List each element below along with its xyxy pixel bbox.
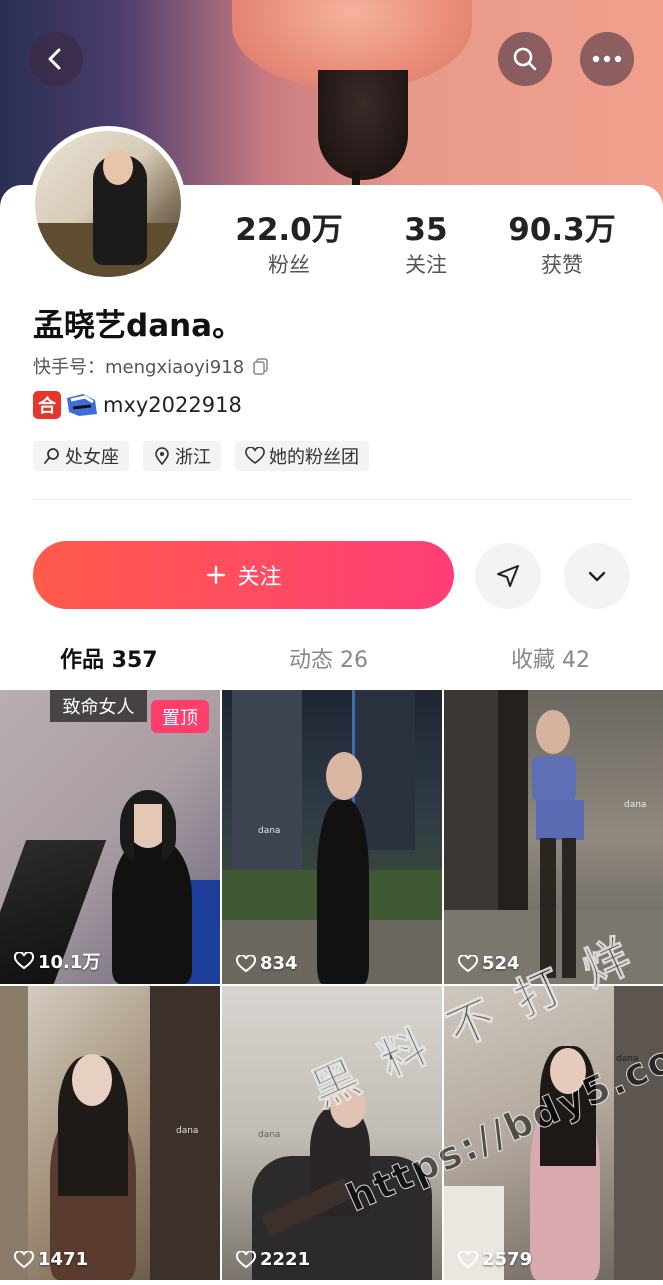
video-likes: 2579 bbox=[458, 1249, 532, 1270]
user-id: 快手号：mengxiaoyi918 bbox=[33, 357, 245, 378]
avatar[interactable] bbox=[30, 126, 186, 282]
tag-zodiac-label: 处女座 bbox=[65, 447, 119, 468]
video-item[interactable]: dana 834 bbox=[222, 690, 442, 984]
tag-location-label: 浙江 bbox=[175, 447, 211, 468]
expand-button[interactable] bbox=[564, 543, 630, 609]
heart-icon bbox=[14, 952, 34, 970]
video-likes-count: 2579 bbox=[482, 1249, 533, 1270]
zodiac-icon bbox=[44, 448, 59, 464]
video-likes: 1471 bbox=[14, 1249, 88, 1270]
back-button[interactable] bbox=[29, 32, 83, 86]
video-likes-count: 1471 bbox=[38, 1249, 89, 1270]
stat-fans-label: 粉丝 bbox=[268, 253, 310, 277]
video-likes: 2221 bbox=[236, 1249, 310, 1270]
heart-icon bbox=[245, 447, 265, 464]
tab-moments[interactable]: 动态 26 bbox=[289, 642, 368, 674]
video-caption: 致命女人 bbox=[50, 690, 147, 722]
send-icon bbox=[497, 565, 519, 587]
search-button[interactable] bbox=[498, 32, 552, 86]
stat-likes[interactable]: 90.3万 获赞 bbox=[492, 210, 632, 280]
he-badge-icon: 合 bbox=[33, 391, 61, 419]
heart-icon bbox=[14, 1250, 34, 1268]
stat-likes-count: 90.3万 bbox=[508, 212, 616, 248]
stat-following-count: 35 bbox=[404, 212, 448, 248]
video-likes: 10.1万 bbox=[14, 948, 100, 974]
location-icon bbox=[155, 447, 169, 465]
chevron-down-icon bbox=[588, 571, 606, 582]
badge-line: 合 mxy2022918 bbox=[33, 391, 242, 419]
copy-icon[interactable] bbox=[252, 357, 270, 375]
heart-icon bbox=[458, 1250, 478, 1268]
video-item[interactable]: dana 524 bbox=[444, 690, 663, 984]
tag-zodiac[interactable]: 处女座 bbox=[33, 441, 129, 471]
video-likes: 834 bbox=[236, 953, 298, 974]
more-dots-icon bbox=[592, 55, 622, 63]
tag-fan-group-label: 她的粉丝团 bbox=[269, 447, 359, 468]
video-item[interactable]: dana 1471 bbox=[0, 986, 220, 1280]
user-id-line: 快手号：mengxiaoyi918 bbox=[33, 353, 270, 379]
divider bbox=[33, 499, 631, 500]
video-watermark: dana bbox=[258, 1130, 281, 1140]
tab-favorites[interactable]: 收藏 42 bbox=[511, 642, 590, 674]
badge-text: mxy2022918 bbox=[103, 393, 242, 417]
follow-button[interactable]: 关注 bbox=[33, 541, 454, 609]
search-icon bbox=[513, 47, 537, 71]
heart-icon bbox=[236, 954, 256, 972]
more-button[interactable] bbox=[580, 32, 634, 86]
video-item[interactable]: 致命女人 置顶 10.1万 bbox=[0, 690, 220, 984]
message-button[interactable] bbox=[475, 543, 541, 609]
video-likes-count: 10.1万 bbox=[38, 952, 101, 973]
profile-tags: 处女座 浙江 她的粉丝团 bbox=[33, 441, 369, 471]
heart-icon bbox=[458, 954, 478, 972]
stat-following-label: 关注 bbox=[405, 253, 447, 277]
tag-location[interactable]: 浙江 bbox=[143, 441, 221, 471]
video-watermark: dana bbox=[624, 800, 647, 810]
video-watermark: dana bbox=[176, 1126, 199, 1136]
video-likes-count: 834 bbox=[260, 953, 298, 974]
flag-badge-icon bbox=[65, 392, 99, 418]
heart-icon bbox=[236, 1250, 256, 1268]
chevron-left-icon bbox=[48, 48, 61, 70]
stat-fans-count: 22.0万 bbox=[235, 212, 343, 248]
tab-works[interactable]: 作品 357 bbox=[60, 642, 158, 674]
video-likes-count: 2221 bbox=[260, 1249, 311, 1270]
pinned-badge: 置顶 bbox=[151, 700, 209, 733]
stat-following[interactable]: 35 关注 bbox=[356, 210, 496, 280]
tag-fan-group[interactable]: 她的粉丝团 bbox=[235, 441, 369, 471]
follow-button-label: 关注 bbox=[237, 565, 282, 590]
plus-icon bbox=[207, 565, 226, 585]
stat-fans[interactable]: 22.0万 粉丝 bbox=[219, 210, 359, 280]
stat-likes-label: 获赞 bbox=[541, 253, 583, 277]
profile-name: 孟晓艺dana。 bbox=[33, 308, 244, 344]
video-watermark: dana bbox=[258, 826, 281, 836]
